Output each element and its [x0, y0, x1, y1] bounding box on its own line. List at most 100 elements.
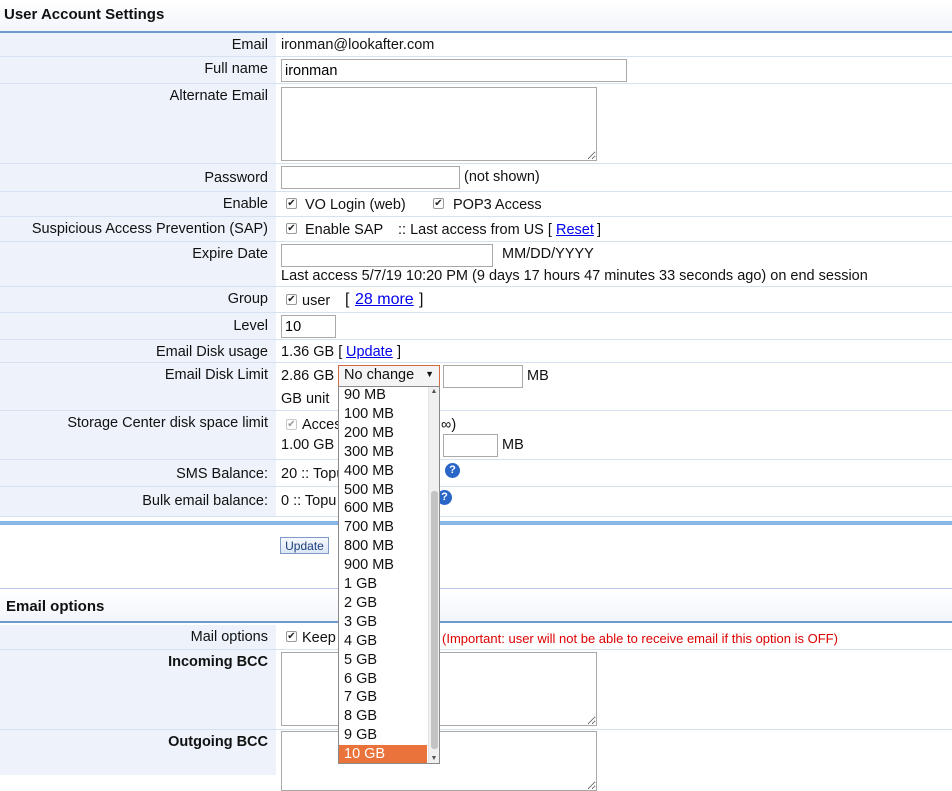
email-value: ironman@lookafter.com [281, 37, 435, 53]
incoming-bcc-row: Incoming BCC [0, 650, 952, 730]
sap-close-bracket: ] [597, 222, 602, 238]
sms-label: SMS Balance: [0, 460, 276, 486]
disk-limit-select-value: No change [344, 367, 415, 383]
vo-login-label: VO Login (web) [305, 197, 406, 213]
gb-unit-label: GB unit [281, 391, 330, 407]
storage-mb-unit: MB [502, 437, 524, 453]
group-open-bracket: [ [345, 291, 350, 308]
disk-limit-row: Email Disk Limit 2.86 GB MB GB unit [0, 363, 952, 411]
storage-mb-input[interactable] [443, 434, 498, 457]
disk-limit-select[interactable]: No change ▼ [338, 365, 440, 387]
dropdown-scroll-thumb[interactable] [431, 491, 438, 749]
dropdown-option[interactable]: 9 GB [339, 726, 427, 745]
vo-login-checkbox[interactable]: ✔ [286, 198, 297, 209]
scroll-up-icon[interactable]: ▲ [429, 388, 439, 395]
password-row: Password (not shown) [0, 164, 952, 192]
email-label: Email [0, 33, 276, 56]
full-name-row: Full name [0, 57, 952, 84]
bulk-value: 0 :: Topu [281, 493, 337, 509]
dropdown-option[interactable]: 900 MB [339, 556, 427, 575]
pop3-checkbox[interactable]: ✔ [433, 198, 444, 209]
disk-limit-mb-input[interactable] [443, 365, 523, 388]
group-user-label: user [302, 293, 331, 309]
disk-usage-update-link[interactable]: Update [346, 344, 393, 360]
disk-limit-label: Email Disk Limit [0, 363, 276, 410]
level-input[interactable] [281, 315, 336, 338]
group-user-checkbox[interactable]: ✔ [286, 294, 297, 305]
password-note: (not shown) [464, 169, 540, 185]
storage-access-tail: ∞) [441, 417, 457, 433]
disk-usage-value: 1.36 GB [ [281, 344, 343, 360]
section-title-account: User Account Settings [0, 0, 952, 33]
dropdown-option[interactable]: 1 GB [339, 575, 427, 594]
scroll-down-icon[interactable]: ▼ [429, 755, 439, 762]
full-name-label: Full name [0, 57, 276, 83]
dropdown-option[interactable]: 600 MB [339, 499, 427, 518]
expire-date-row: Expire Date MM/DD/YYYY Last access 5/7/1… [0, 242, 952, 287]
dropdown-option[interactable]: 6 GB [339, 670, 427, 689]
dropdown-option[interactable]: 200 MB [339, 424, 427, 443]
mail-options-row: Mail options ✔ Keep (Important: user wil… [0, 625, 952, 650]
password-label: Password [0, 164, 276, 191]
sap-last-access: :: Last access from US [ [398, 222, 552, 238]
level-row: Level [0, 313, 952, 340]
expire-date-label: Expire Date [0, 242, 276, 286]
dropdown-option[interactable]: 10 GB [339, 745, 427, 763]
dropdown-option[interactable]: 3 GB [339, 613, 427, 632]
dropdown-option[interactable]: 800 MB [339, 537, 427, 556]
dropdown-option[interactable]: 5 GB [339, 651, 427, 670]
disk-usage-row: Email Disk usage 1.36 GB [ Update ] [0, 340, 952, 363]
alternate-email-row: Alternate Email [0, 84, 952, 164]
group-more-link[interactable]: 28 more [355, 291, 414, 309]
group-label: Group [0, 287, 276, 312]
expire-date-format: MM/DD/YYYY [502, 246, 594, 262]
mail-options-label: Mail options [0, 625, 276, 649]
pop3-label: POP3 Access [453, 197, 542, 213]
disk-usage-close-bracket: ] [397, 344, 402, 360]
dropdown-option[interactable]: 7 GB [339, 688, 427, 707]
dropdown-option[interactable]: 8 GB [339, 707, 427, 726]
dropdown-option[interactable]: 2 GB [339, 594, 427, 613]
storage-access-label: Acces [302, 417, 342, 433]
bulk-label: Bulk email balance: [0, 487, 276, 516]
expire-date-input[interactable] [281, 244, 493, 267]
section-title-email-options: Email options [0, 588, 952, 623]
keep-label: Keep [302, 630, 336, 646]
dropdown-option[interactable]: 4 GB [339, 632, 427, 651]
dropdown-option[interactable]: 700 MB [339, 518, 427, 537]
password-input[interactable] [281, 166, 460, 189]
sap-reset-link[interactable]: Reset [556, 222, 594, 238]
last-access-text: Last access 5/7/19 10:20 PM (9 days 17 h… [281, 268, 868, 284]
dropdown-option[interactable]: 400 MB [339, 462, 427, 481]
outgoing-bcc-label: Outgoing BCC [0, 730, 276, 775]
group-row: Group ✔ user [ 28 more ] [0, 287, 952, 313]
storage-label: Storage Center disk space limit [0, 411, 276, 459]
disk-limit-value: 2.86 GB [281, 368, 335, 384]
enable-row: Enable ✔ VO Login (web) ✔ POP3 Access [0, 192, 952, 217]
sms-row: SMS Balance: 20 :: Topu ? [0, 460, 952, 487]
storage-value: 1.00 GB [281, 437, 335, 453]
chevron-down-icon: ▼ [425, 369, 434, 379]
group-close-bracket: ] [419, 291, 424, 308]
mail-options-warning: (Important: user will not be able to rec… [442, 631, 838, 646]
email-row: Email ironman@lookafter.com [0, 33, 952, 57]
keep-checkbox[interactable]: ✔ [286, 631, 297, 642]
enable-sap-label: Enable SAP [305, 222, 384, 238]
dropdown-option[interactable]: 90 MB [339, 387, 427, 405]
dropdown-option[interactable]: 300 MB [339, 443, 427, 462]
sms-value: 20 :: Topu [281, 466, 345, 482]
dropdown-option[interactable]: 100 MB [339, 405, 427, 424]
storage-access-checkbox[interactable]: ✔ [286, 419, 297, 430]
dropdown-option[interactable]: 500 MB [339, 481, 427, 500]
sap-label: Suspicious Access Prevention (SAP) [0, 217, 276, 241]
sms-help-icon[interactable]: ? [445, 463, 460, 478]
enable-label: Enable [0, 192, 276, 216]
dropdown-scrollbar[interactable]: ▲ ▼ [428, 387, 439, 763]
section-divider [0, 521, 952, 525]
alternate-email-textarea[interactable] [281, 87, 597, 161]
update-button[interactable]: Update [280, 537, 329, 554]
disk-limit-dropdown-list[interactable]: 10 GB 9 GB 8 GB 7 GB 6 GB 5 GB 4 GB 3 GB 2 GB 1 G… [338, 386, 440, 764]
disk-usage-label: Email Disk usage [0, 340, 276, 362]
enable-sap-checkbox[interactable]: ✔ [286, 223, 297, 234]
full-name-input[interactable] [281, 59, 627, 82]
